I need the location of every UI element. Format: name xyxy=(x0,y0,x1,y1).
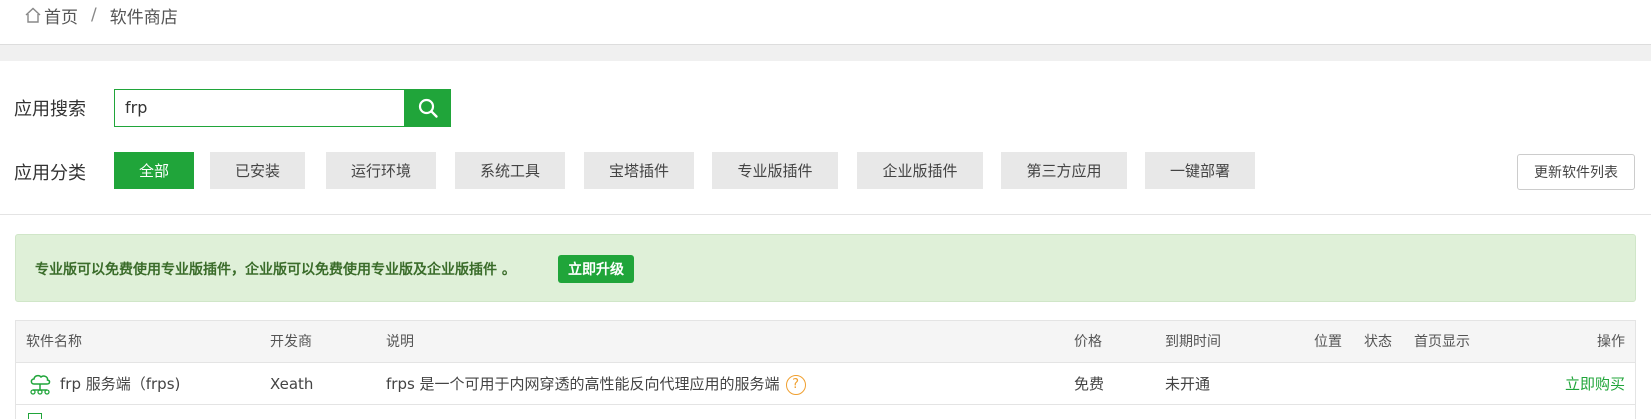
search-button[interactable] xyxy=(404,89,451,127)
software-developer: Xeath xyxy=(270,375,314,393)
column-expiry[interactable]: 到期时间 xyxy=(1165,321,1221,363)
table-header: 软件名称 开发商 说明 价格 到期时间 位置 状态 首页显示 操作 xyxy=(16,321,1635,363)
breadcrumb-current: 软件商店 xyxy=(109,7,178,28)
category-third-party[interactable]: 第三方应用 xyxy=(1001,152,1127,189)
column-location: 位置 xyxy=(1314,334,1342,350)
header-gap xyxy=(0,45,1651,61)
category-runtime[interactable]: 运行环境 xyxy=(326,152,436,189)
software-table: 软件名称 开发商 说明 价格 到期时间 位置 状态 首页显示 操作 frp 服务… xyxy=(15,320,1636,419)
buy-now-link[interactable]: 立即购买 xyxy=(1565,363,1625,405)
software-price: 免费 xyxy=(1074,375,1105,393)
search-icon xyxy=(418,98,438,118)
table-row: frp 服务端（frps) Xeath frps 是一个可用于内网穿透的高性能反… xyxy=(16,363,1635,405)
breadcrumb: 首页 / 软件商店 xyxy=(24,0,178,30)
category-bt-plugins[interactable]: 宝塔插件 xyxy=(584,152,694,189)
software-description-cell: frps 是一个可用于内网穿透的高性能反向代理应用的服务端? xyxy=(386,363,806,405)
breadcrumb-separator: / xyxy=(91,5,97,25)
software-description: frps 是一个可用于内网穿透的高性能反向代理应用的服务端 xyxy=(386,375,780,393)
category-all[interactable]: 全部 xyxy=(114,152,194,189)
column-homepage-display: 首页显示 xyxy=(1414,334,1470,350)
column-developer: 开发商 xyxy=(270,334,312,350)
partial-row-icon xyxy=(28,413,42,419)
category-installed[interactable]: 已安装 xyxy=(210,152,305,189)
cloud-network-icon xyxy=(30,374,51,395)
category-system-tools[interactable]: 系统工具 xyxy=(455,152,565,189)
upgrade-alert: 专业版可以免费使用专业版插件，企业版可以免费使用专业版及企业版插件 。 立即升级 xyxy=(15,234,1636,302)
column-price[interactable]: 价格 xyxy=(1074,321,1102,363)
search-label: 应用搜索 xyxy=(14,99,86,120)
category-enterprise-plugins[interactable]: 企业版插件 xyxy=(857,152,983,189)
software-expiry: 未开通 xyxy=(1165,375,1211,393)
category-label: 应用分类 xyxy=(14,163,86,184)
column-status: 状态 xyxy=(1364,334,1392,350)
upgrade-now-button[interactable]: 立即升级 xyxy=(558,255,634,283)
section-divider xyxy=(0,214,1651,215)
refresh-list-button[interactable]: 更新软件列表 xyxy=(1517,154,1635,190)
column-name[interactable]: 软件名称 xyxy=(26,321,82,363)
help-icon[interactable]: ? xyxy=(785,374,806,395)
breadcrumb-home[interactable]: 首页 xyxy=(44,3,78,28)
column-action: 操作 xyxy=(1597,334,1625,350)
category-pro-plugins[interactable]: 专业版插件 xyxy=(712,152,838,189)
category-one-click-deploy[interactable]: 一键部署 xyxy=(1145,152,1255,189)
home-icon[interactable] xyxy=(24,6,42,24)
column-description: 说明 xyxy=(386,334,414,350)
search-input[interactable]: frp xyxy=(114,89,404,127)
alert-text: 专业版可以免费使用专业版插件，企业版可以免费使用专业版及企业版插件 。 xyxy=(35,262,516,278)
software-name[interactable]: frp 服务端（frps) xyxy=(60,363,180,405)
table-row-partial xyxy=(16,406,1635,419)
